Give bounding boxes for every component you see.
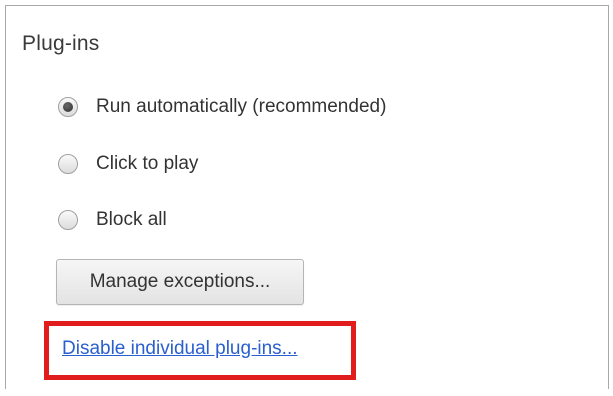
radio-button-checked-icon[interactable]	[58, 97, 78, 117]
radio-block-all[interactable]: Block all	[58, 207, 167, 233]
section-title: Plug-ins	[22, 32, 100, 55]
radio-run-automatically[interactable]: Run automatically (recommended)	[58, 94, 386, 120]
disable-individual-plugins-link[interactable]: Disable individual plug-ins...	[62, 338, 298, 360]
plugins-settings-panel: Plug-ins Run automatically (recommended)…	[5, 5, 609, 389]
radio-label: Click to play	[96, 153, 199, 174]
radio-button-icon[interactable]	[58, 210, 78, 230]
radio-label: Run automatically (recommended)	[96, 96, 387, 117]
radio-label: Block all	[96, 209, 167, 230]
radio-button-icon[interactable]	[58, 154, 78, 174]
radio-click-to-play[interactable]: Click to play	[58, 151, 198, 177]
manage-exceptions-button[interactable]: Manage exceptions...	[56, 259, 304, 305]
